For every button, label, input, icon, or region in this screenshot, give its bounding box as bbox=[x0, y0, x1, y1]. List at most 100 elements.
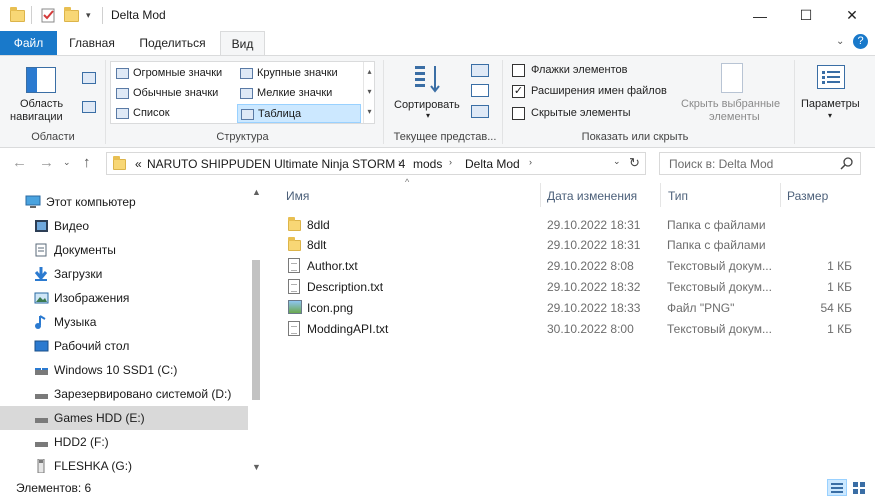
group-by-icon[interactable] bbox=[471, 64, 489, 77]
ribbon-collapse-icon[interactable]: ⌄ bbox=[836, 36, 844, 47]
column-divider[interactable] bbox=[660, 183, 661, 207]
breadcrumb-chevron-icon[interactable]: › bbox=[529, 157, 532, 167]
new-folder-icon[interactable] bbox=[64, 7, 79, 23]
column-header-size[interactable]: Размер bbox=[787, 189, 828, 214]
scroll-down-icon[interactable]: ▼ bbox=[248, 459, 265, 476]
nav-item-pictures[interactable]: Изображения bbox=[0, 286, 248, 310]
column-divider[interactable] bbox=[540, 183, 541, 207]
item-checkboxes-label[interactable]: Флажки элементов bbox=[531, 64, 627, 76]
size-columns-icon[interactable] bbox=[471, 105, 489, 118]
column-header-name[interactable]: Имя bbox=[286, 189, 309, 214]
nav-pane-label-2[interactable]: навигации bbox=[10, 111, 63, 123]
refresh-icon[interactable]: ↻ bbox=[629, 155, 640, 171]
scroll-up-icon[interactable]: ▲ bbox=[248, 184, 265, 201]
computer-icon bbox=[25, 195, 41, 209]
details-view-button[interactable] bbox=[827, 479, 847, 496]
column-header-date[interactable]: Дата изменения bbox=[547, 189, 637, 214]
column-divider[interactable] bbox=[780, 183, 781, 207]
nav-item-desktop[interactable]: Рабочий стол bbox=[0, 334, 248, 358]
maximize-button[interactable]: ☐ bbox=[783, 0, 829, 31]
table-row[interactable]: Author.txt 29.10.2022 8:08 Текстовый док… bbox=[277, 255, 862, 276]
usb-drive-icon bbox=[34, 458, 49, 474]
layout-medium-icons[interactable]: Обычные значки bbox=[113, 84, 235, 103]
file-date: 29.10.2022 18:31 bbox=[547, 218, 641, 232]
folder-icon bbox=[288, 237, 301, 252]
sort-by-label[interactable]: Сортировать bbox=[394, 99, 460, 111]
title-divider bbox=[102, 7, 103, 24]
nav-pane-label-1[interactable]: Область bbox=[20, 98, 63, 110]
forward-icon[interactable]: → bbox=[39, 154, 54, 171]
nav-item-drive-g[interactable]: FLESHKA (G:) bbox=[0, 454, 248, 478]
nav-item-drive-c[interactable]: Windows 10 SSD1 (C:) bbox=[0, 358, 248, 382]
file-extensions-checkbox[interactable]: ✓ bbox=[512, 85, 525, 98]
breadcrumb-segment[interactable]: Delta Mod bbox=[465, 157, 520, 171]
customize-qa-icon[interactable]: ▾ bbox=[86, 10, 101, 25]
hide-selected-label-1[interactable]: Скрыть выбранные bbox=[681, 98, 780, 110]
nav-pane-scrollbar[interactable]: ▲ ▼ bbox=[248, 182, 265, 476]
navigation-pane-icon[interactable] bbox=[26, 67, 56, 93]
title-bar: ▾ Delta Mod — ☐ ✕ bbox=[0, 0, 875, 31]
table-row[interactable]: 8dlt 29.10.2022 18:31 Папка с файлами bbox=[277, 234, 862, 255]
nav-item-downloads[interactable]: Загрузки bbox=[0, 262, 248, 286]
details-pane-icon[interactable] bbox=[82, 101, 96, 113]
address-bar[interactable]: « NARUTO SHIPPUDEN Ultimate Ninja STORM … bbox=[106, 152, 646, 175]
nav-item-drive-f[interactable]: HDD2 (F:) bbox=[0, 430, 248, 454]
recent-locations-icon[interactable]: ⌄ bbox=[63, 157, 71, 168]
breadcrumb-segment[interactable]: NARUTO SHIPPUDEN Ultimate Ninja STORM 4 bbox=[147, 157, 405, 171]
layout-small-icons[interactable]: Мелкие значки bbox=[237, 84, 359, 103]
search-box[interactable]: Поиск в: Delta Mod bbox=[659, 152, 861, 175]
column-header-type[interactable]: Тип bbox=[668, 189, 688, 214]
nav-item-video[interactable]: Видео bbox=[0, 214, 248, 238]
table-row[interactable]: 8dld 29.10.2022 18:31 Папка с файлами bbox=[277, 214, 862, 235]
table-row[interactable]: ModdingAPI.txt 30.10.2022 8:00 Текстовый… bbox=[277, 318, 862, 339]
layout-details[interactable]: Таблица bbox=[237, 104, 361, 123]
options-dropdown-icon[interactable]: ▾ bbox=[828, 111, 832, 120]
tab-share[interactable]: Поделиться bbox=[130, 31, 215, 55]
scrollbar-thumb[interactable] bbox=[252, 260, 260, 400]
table-row[interactable]: Description.txt 29.10.2022 18:32 Текстов… bbox=[277, 276, 862, 297]
documents-icon bbox=[34, 243, 49, 257]
hidden-items-checkbox[interactable] bbox=[512, 107, 525, 120]
file-size: 54 КБ bbox=[820, 301, 852, 315]
nav-item-music[interactable]: Музыка bbox=[0, 310, 248, 334]
small-icons-icon bbox=[240, 88, 253, 99]
tab-file[interactable]: Файл bbox=[0, 31, 57, 55]
properties-icon[interactable] bbox=[41, 8, 56, 23]
layout-extra-large-icons[interactable]: Огромные значки bbox=[113, 64, 235, 83]
options-label[interactable]: Параметры bbox=[801, 98, 860, 110]
layout-gallery-scroll[interactable]: ▴ ▾ ▾ bbox=[363, 62, 375, 123]
ribbon-view: Область навигации Области Огромные значк… bbox=[0, 55, 875, 148]
preview-pane-icon[interactable] bbox=[82, 72, 96, 84]
layout-list[interactable]: Список bbox=[113, 104, 235, 123]
breadcrumb-segment[interactable]: mods bbox=[413, 157, 442, 171]
table-row[interactable]: Icon.png 29.10.2022 18:33 Файл "PNG" 54 … bbox=[277, 297, 862, 318]
minimize-button[interactable]: — bbox=[737, 0, 783, 31]
close-button[interactable]: ✕ bbox=[829, 0, 875, 31]
breadcrumb-chevron-icon[interactable]: › bbox=[449, 157, 452, 167]
drive-icon bbox=[34, 435, 49, 449]
tab-view[interactable]: Вид bbox=[220, 31, 265, 56]
address-overflow[interactable]: « bbox=[135, 157, 142, 171]
hidden-items-label[interactable]: Скрытые элементы bbox=[531, 107, 631, 119]
add-columns-icon[interactable] bbox=[471, 84, 489, 97]
file-extensions-label[interactable]: Расширения имен файлов bbox=[531, 85, 667, 97]
layout-large-icons[interactable]: Крупные значки bbox=[237, 64, 359, 83]
hide-selected-icon[interactable] bbox=[721, 63, 743, 93]
large-icons-view-button[interactable] bbox=[849, 479, 869, 496]
search-icon[interactable] bbox=[840, 156, 854, 170]
hide-selected-label-2[interactable]: элементы bbox=[709, 111, 760, 123]
nav-item-drive-d[interactable]: Зарезервировано системой (D:) bbox=[0, 382, 248, 406]
tab-home[interactable]: Главная bbox=[60, 31, 124, 55]
sort-dropdown-icon[interactable]: ▾ bbox=[426, 111, 430, 120]
nav-item-documents[interactable]: Документы bbox=[0, 238, 248, 262]
address-dropdown-icon[interactable]: ⌄ bbox=[613, 156, 621, 167]
options-icon[interactable] bbox=[817, 65, 845, 89]
nav-item-this-pc[interactable]: Этот компьютер bbox=[0, 190, 248, 214]
nav-item-drive-e[interactable]: Games HDD (E:) bbox=[0, 406, 248, 430]
back-icon[interactable]: ← bbox=[12, 154, 27, 171]
item-checkboxes-checkbox[interactable] bbox=[512, 64, 525, 77]
sort-by-icon[interactable] bbox=[413, 64, 443, 94]
breadcrumb-chevron-icon[interactable]: › bbox=[398, 157, 401, 167]
up-icon[interactable]: ↑ bbox=[83, 154, 91, 171]
help-icon[interactable]: ? bbox=[853, 34, 868, 49]
